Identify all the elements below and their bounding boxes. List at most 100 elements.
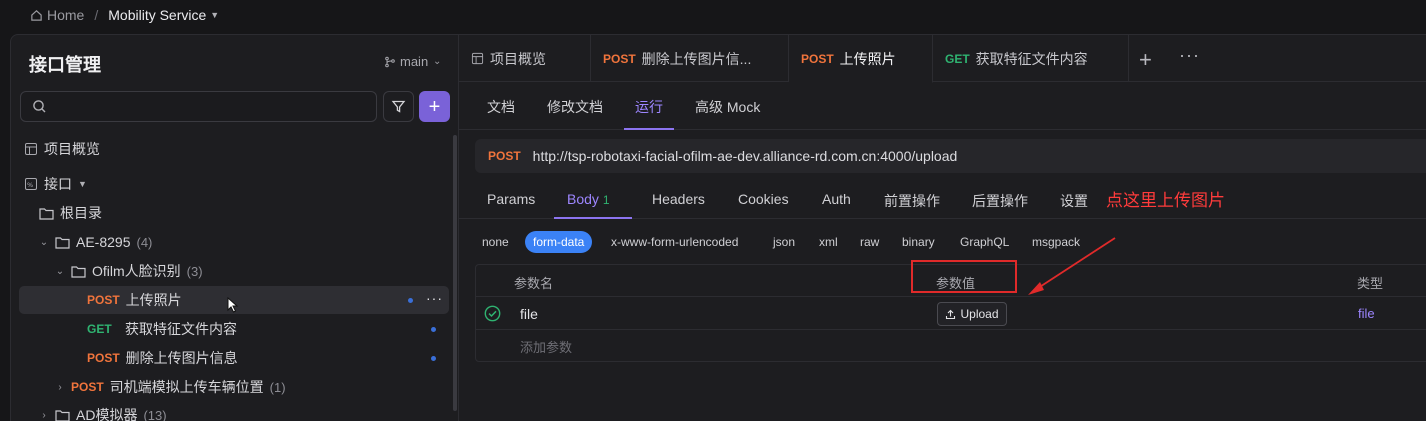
tree-folder-ad-sim[interactable]: › AD模拟器 (13) [39,401,167,421]
method-badge: GET [87,322,112,336]
folder-icon [55,236,70,249]
method-badge: POST [87,351,120,365]
tab-label: 项目概览 [490,50,546,67]
tree-folder-ofilm[interactable]: ⌄ Ofilm人脸识别 (3) [55,257,203,285]
more-icon[interactable]: ··· [426,290,443,306]
annotation-highlight-box [911,260,1017,293]
svg-text:%: % [27,181,33,189]
tab-upload-photo[interactable]: POST 上传照片 [789,35,933,83]
active-request-tab-indicator [554,217,632,219]
filter-icon [391,100,406,113]
sidebar: 接口管理 main ⌄ + 项目概览 % 接口 ▼ 根目录 ⌄ AE-8295 … [11,35,459,421]
tree-item-driver-location[interactable]: › POST 司机端模拟上传车辆位置 (1) [55,373,286,401]
tree-label: AD模拟器 [76,407,138,421]
param-name[interactable]: file [520,306,538,322]
scrollbar[interactable] [453,135,457,411]
service-selector[interactable]: Mobility Service ▼ [108,7,219,23]
tree-label: AE-8295 [76,234,131,250]
subtab-edit-docs[interactable]: 修改文档 [547,97,603,117]
upload-label: Upload [960,307,999,321]
body-type-none[interactable]: none [482,231,509,253]
nav-label: 接口 [44,176,72,192]
caret-down-icon: ▼ [78,179,87,189]
tree-label: Ofilm人脸识别 [92,263,181,279]
nav-project-overview[interactable]: 项目概览 [24,135,100,163]
header-param-type: 类型 [1357,276,1384,291]
url-input[interactable]: http://tsp-robotaxi-facial-ofilm-ae-dev.… [533,148,958,164]
sidebar-title: 接口管理 [29,55,101,75]
tab-headers[interactable]: Headers [652,191,705,207]
tab-delete-photo[interactable]: POST 删除上传图片信... [591,35,789,82]
tree-label: 上传照片 [125,292,182,308]
tree-folder-ae8295[interactable]: ⌄ AE-8295 (4) [39,228,153,256]
tab-project-overview[interactable]: 项目概览 [459,35,591,82]
status-dot [431,356,436,361]
tab-pre-request[interactable]: 前置操作 [884,191,940,211]
layout-icon [25,143,37,155]
method-badge: GET [945,51,970,66]
breadcrumb-home[interactable]: Home [30,7,84,23]
nav-interfaces[interactable]: % 接口 ▼ [24,170,87,198]
add-button[interactable]: + [419,91,450,122]
breadcrumb: Home / Mobility Service ▼ [0,0,1426,30]
tree-label: 获取特征文件内容 [125,321,237,337]
check-circle-icon[interactable] [484,305,501,322]
cursor-icon [227,297,239,313]
tree-count: (4) [136,234,153,250]
branch-selector[interactable]: main ⌄ [384,54,442,69]
new-tab-icon[interactable]: + [1139,47,1152,73]
url-bar[interactable]: POST http://tsp-robotaxi-facial-ofilm-ae… [475,139,1426,173]
method-badge: POST [603,51,636,66]
tab-get-feature[interactable]: GET 获取特征文件内容 [933,35,1129,82]
param-type[interactable]: file [1358,306,1375,321]
body-type-binary[interactable]: binary [902,231,935,253]
tab-label: 删除上传图片信... [641,50,752,67]
workspace-panel: 接口管理 main ⌄ + 项目概览 % 接口 ▼ 根目录 ⌄ AE-8295 … [10,34,1426,421]
filter-button[interactable] [383,91,414,122]
tree-item-get-feature[interactable]: GET 获取特征文件内容 [87,315,237,343]
body-type-json[interactable]: json [773,231,795,253]
body-type-raw[interactable]: raw [860,231,879,253]
chevron-right-icon: › [42,409,46,421]
method-badge: POST [71,380,104,394]
tree-label: 根目录 [60,205,102,221]
tab-body-label: Body [567,191,599,207]
tab-auth[interactable]: Auth [822,191,851,207]
more-icon[interactable]: ··· [1179,45,1200,66]
tab-body[interactable]: Body 1 [567,191,610,207]
body-type-graphql[interactable]: GraphQL [960,231,1009,253]
breadcrumb-home-label: Home [47,7,85,23]
chevron-right-icon: › [58,381,62,393]
search-icon [33,100,46,113]
subtab-mock[interactable]: 高级 Mock [695,97,760,117]
annotation-arrow-icon [1028,237,1116,295]
search-input[interactable] [20,91,377,122]
method-badge[interactable]: POST [488,149,521,163]
plus-icon: + [428,95,441,118]
subtab-run[interactable]: 运行 [635,97,663,117]
tab-params[interactable]: Params [487,191,535,207]
annotation-text: 点这里上传图片 [1106,191,1225,210]
tab-label: 上传照片 [839,50,896,67]
service-name: Mobility Service [108,7,207,23]
api-icon: % [25,178,37,190]
tree-count: (1) [269,379,286,395]
nav-label: 项目概览 [44,141,100,157]
tree-count: (13) [143,407,167,421]
body-type-xml[interactable]: xml [819,231,838,253]
home-icon [31,9,42,21]
method-badge: POST [801,51,834,66]
tree-item-delete-photo[interactable]: POST 删除上传图片信息 [87,344,238,372]
subtab-docs[interactable]: 文档 [487,97,515,117]
tab-cookies[interactable]: Cookies [738,191,789,207]
active-subtab-indicator [624,128,674,130]
body-type-urlencoded[interactable]: x-www-form-urlencoded [611,231,738,253]
tree-folder-root[interactable]: 根目录 [39,199,102,227]
doc-subtabs: 文档 修改文档 运行 高级 Mock [459,83,1426,130]
folder-icon [71,265,86,278]
upload-icon [946,309,956,319]
add-param-placeholder[interactable]: 添加参数 [520,337,572,356]
body-type-form-data[interactable]: form-data [525,231,593,253]
upload-button[interactable]: Upload [937,302,1007,326]
caret-down-icon: ▼ [210,10,220,20]
